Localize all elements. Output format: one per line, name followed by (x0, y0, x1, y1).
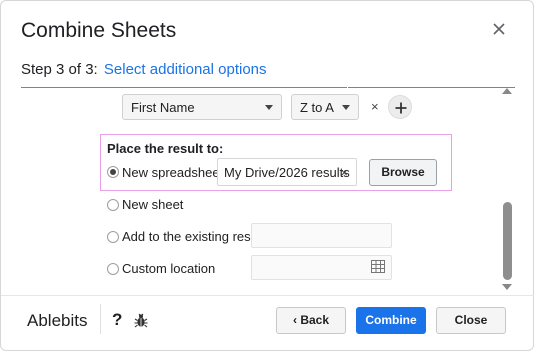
label-new-sheet: New sheet (122, 197, 184, 212)
result-heading: Place the result to: (107, 141, 224, 156)
spreadsheet-path-value: My Drive/2026 results (224, 165, 350, 180)
back-button[interactable]: ‹ Back (276, 307, 346, 334)
back-label: Back (300, 313, 330, 327)
label-custom-location: Custom location (122, 261, 216, 276)
combine-sheets-dialog: Combine Sheets Step 3 of 3: Select addit… (0, 0, 534, 351)
step-number: Step 3 of 3: (21, 61, 98, 78)
browse-button[interactable]: Browse (369, 159, 437, 186)
brand-logo: Ablebits (27, 311, 88, 330)
scroll-down-arrow[interactable] (502, 284, 512, 290)
clear-path-icon[interactable]: × (340, 165, 348, 180)
plus-icon (395, 102, 407, 114)
scrollbar-thumb[interactable] (503, 202, 512, 280)
chevron-down-icon (342, 105, 350, 110)
existing-result-input[interactable] (251, 223, 392, 248)
label-new-spreadsheet: New spreadsheet (122, 165, 224, 180)
sort-order-value: Z to A (300, 100, 334, 115)
help-icon[interactable]: ? (112, 310, 122, 330)
radio-custom-location[interactable] (107, 263, 119, 275)
sort-column-select[interactable]: First Name (122, 94, 282, 120)
custom-location-input[interactable] (251, 255, 392, 280)
label-existing-result: Add to the existing result (122, 229, 265, 244)
step-progress-line (21, 84, 515, 88)
radio-new-sheet[interactable] (107, 199, 119, 211)
remove-sort-icon[interactable]: × (371, 99, 379, 114)
step-title: Select additional options (103, 61, 267, 78)
bug-report-icon[interactable] (134, 313, 148, 328)
footer-divider (1, 295, 534, 296)
dialog-title: Combine Sheets (21, 19, 177, 42)
add-sort-button[interactable] (388, 95, 412, 119)
step-indicator: Step 3 of 3: Select additional options (21, 61, 267, 78)
close-button[interactable]: Close (436, 307, 506, 334)
combine-button[interactable]: Combine (356, 307, 426, 334)
grid-range-icon[interactable] (371, 260, 385, 273)
spreadsheet-path-input[interactable]: My Drive/2026 results × (217, 158, 357, 186)
close-icon[interactable] (491, 21, 507, 37)
chevron-down-icon (265, 105, 273, 110)
scroll-up-arrow[interactable] (502, 88, 512, 94)
back-chevron-icon: ‹ (292, 313, 297, 327)
sort-order-select[interactable]: Z to A (291, 94, 359, 120)
radio-existing-result[interactable] (107, 231, 119, 243)
sort-column-value: First Name (131, 100, 195, 115)
radio-new-spreadsheet[interactable] (107, 166, 119, 178)
footer-separator (100, 304, 101, 334)
